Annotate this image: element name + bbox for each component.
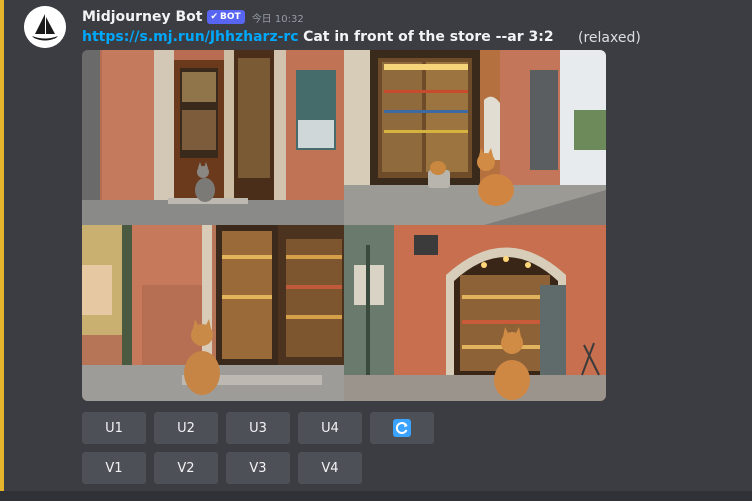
refresh-icon (393, 419, 411, 437)
image-4[interactable] (344, 225, 606, 401)
upscale-button-u4[interactable]: U4 (298, 412, 362, 444)
bot-badge-label: BOT (220, 12, 241, 22)
variation-button-v4[interactable]: V4 (298, 452, 362, 484)
image-grid[interactable] (82, 50, 606, 401)
upscale-button-u3[interactable]: U3 (226, 412, 290, 444)
variation-button-row: V1 V2 V3 V4 (82, 452, 362, 484)
image-1[interactable] (82, 50, 344, 225)
generation-mode: (relaxed) (578, 30, 641, 46)
bottom-divider (0, 491, 752, 501)
image-2[interactable] (344, 50, 606, 225)
message-timestamp: 今日 10:32 (251, 13, 304, 25)
bot-username[interactable]: Midjourney Bot (82, 9, 202, 25)
upscale-button-row: U1 U2 U3 U4 (82, 412, 434, 444)
message-header: Midjourney Bot ✔ BOT 今日 10:32 (82, 8, 304, 26)
bot-avatar[interactable] (24, 6, 66, 48)
message-highlight-bar (0, 0, 4, 491)
variation-button-v1[interactable]: V1 (82, 452, 146, 484)
image-3[interactable] (82, 225, 344, 401)
bot-badge: ✔ BOT (207, 10, 245, 24)
upscale-button-u2[interactable]: U2 (154, 412, 218, 444)
prompt-link[interactable]: https://s.mj.run/Jhhzharz-rc (82, 29, 299, 45)
verified-check-icon: ✔ (210, 12, 219, 22)
upscale-button-u1[interactable]: U1 (82, 412, 146, 444)
variation-button-v2[interactable]: V2 (154, 452, 218, 484)
reroll-button[interactable] (370, 412, 434, 444)
variation-button-v3[interactable]: V3 (226, 452, 290, 484)
message-content: https://s.mj.run/Jhhzharz-rc Cat in fron… (82, 29, 554, 45)
prompt-text: Cat in front of the store --ar 3:2 (303, 29, 554, 45)
